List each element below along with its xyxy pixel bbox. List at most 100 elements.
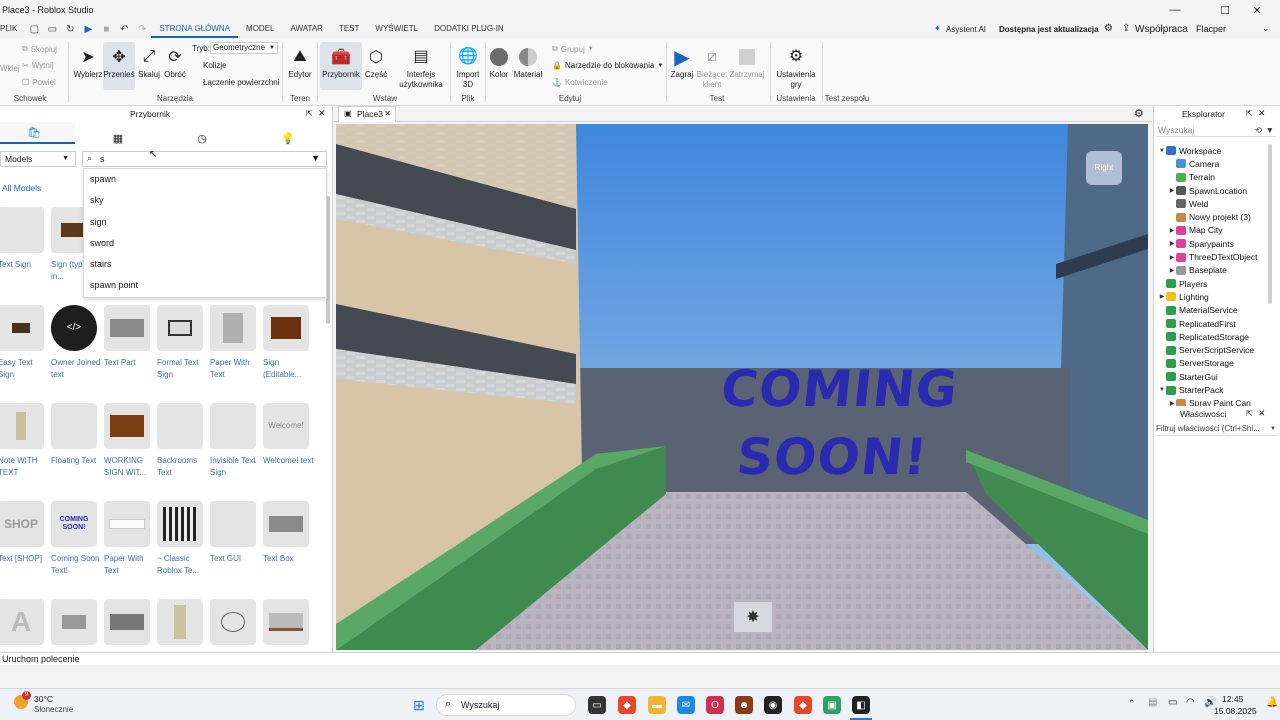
tray-app-icon[interactable]: ▤ [1148, 697, 1157, 708]
tab-avatar[interactable]: AWATAR [282, 20, 330, 38]
new-file-icon[interactable]: ▢ [25, 20, 43, 38]
suggestion-item[interactable]: sky [84, 190, 326, 211]
properties-filter[interactable]: Filtruj właściwości (Ctrl+Shi... ▼ [1156, 422, 1278, 436]
explorer-search[interactable]: Wyszukaj ⟲ ▼ [1156, 123, 1276, 137]
paste-button[interactable]: Wklej [0, 64, 20, 73]
gear-icon[interactable]: ⚙ [1104, 23, 1113, 34]
explorer-item[interactable]: ▶ Baseplate [1154, 264, 1227, 277]
tab-place3[interactable]: ▣ Place3 ✕ [338, 106, 396, 122]
explorer-item[interactable]: ▶ Sparypaints [1154, 237, 1234, 250]
expand-arrow-icon[interactable]: ▶ [1168, 267, 1176, 274]
duplicate-button[interactable]: ❐ Powiel [22, 78, 56, 87]
toolbox-item[interactable]: Text Part [104, 305, 156, 369]
tab-inventory[interactable]: ▦ [78, 126, 158, 150]
toolbox-item[interactable]: WORKING SIGN WIT... [104, 403, 156, 479]
tab-creations[interactable]: 💡 [248, 126, 328, 150]
explorer-item[interactable]: MaterialService [1154, 304, 1238, 317]
material-button[interactable]: Materiał [512, 46, 544, 79]
tab-marketplace[interactable]: 🛍 [0, 122, 75, 144]
expand-arrow-icon[interactable]: ▶ [1168, 254, 1176, 261]
expand-arrow-icon[interactable]: ▶ [1168, 187, 1176, 194]
notification-bell-icon[interactable]: 🔔 [1266, 697, 1278, 708]
open-folder-icon[interactable]: ▭ [43, 20, 61, 38]
clock-time[interactable]: 12:45 [1222, 694, 1243, 704]
color-button[interactable]: Kolor [486, 46, 512, 79]
chevron-down-icon[interactable]: ▼ [1270, 422, 1276, 436]
terrain-editor-button[interactable]: ⛰ Edytor [285, 46, 315, 79]
undo-icon[interactable]: ↶ [115, 20, 133, 38]
collapse-arrow-icon[interactable]: ▼ [1158, 148, 1166, 154]
view-cube[interactable]: Right [1086, 151, 1122, 185]
expand-arrow-icon[interactable]: ▶ [1168, 240, 1176, 247]
tab-view[interactable]: WYŚWIETL [367, 20, 426, 38]
explorer-item[interactable]: ▶ Lighting [1154, 290, 1209, 303]
clock-date[interactable]: 15.08.2025 [1214, 706, 1257, 716]
explorer-item[interactable]: ▶ ThreeDTextObject [1154, 250, 1258, 263]
tab-home[interactable]: STRONA GŁÓWNA [151, 20, 239, 38]
toolbox-item[interactable] [104, 599, 156, 651]
toolbox-item[interactable]: </> Owner Joined text [51, 305, 103, 381]
collisions-toggle[interactable]: Kolizje [194, 61, 227, 70]
toolbox-item[interactable]: Invisible Text Sign [210, 403, 262, 479]
brave-browser-icon[interactable]: ◆ [794, 696, 812, 714]
close-window-button[interactable]: ✕ [1242, 0, 1272, 20]
filter-icon[interactable]: ▼ [311, 153, 320, 163]
chevron-down-icon[interactable]: ⌄ [1262, 23, 1270, 34]
menu-file[interactable]: PLIK [0, 20, 25, 38]
taskbar-search[interactable]: ⌕ Wyszukaj [436, 694, 576, 716]
filter-icon[interactable]: ▼ [1266, 123, 1274, 137]
weather-temp[interactable]: 30°C [34, 694, 53, 704]
suggestion-item[interactable]: spawn point [84, 275, 326, 296]
tab-plugins[interactable]: DODATKI PLUG-IN [426, 20, 512, 38]
ai-assistant-icon[interactable]: ✦ [934, 24, 941, 33]
update-available-link[interactable]: Dostępna jest aktualizacja [999, 25, 1099, 34]
toolbox-item[interactable]: Paper With Text [210, 305, 262, 381]
task-view-icon[interactable]: ▭ [588, 696, 606, 714]
stop-button[interactable]: Zatrzymaj [728, 46, 766, 79]
search-input[interactable]: s [100, 154, 105, 164]
part-button[interactable]: ⬡ Część [363, 46, 389, 79]
redo-arrow-icon[interactable]: ↻ [61, 20, 79, 38]
explorer-scrollbar[interactable] [1268, 144, 1272, 304]
stop-icon[interactable]: ■ [97, 20, 115, 38]
category-select[interactable]: Models ▼ [0, 151, 76, 167]
explorer-item[interactable]: ▶ SpawnLocation [1154, 184, 1247, 197]
toolbox-item[interactable]: Floating Text [51, 403, 103, 467]
game-settings-button[interactable]: ⚙ Ustawienia gry [772, 46, 820, 90]
speaker-icon[interactable]: ▭ [1168, 697, 1177, 708]
roblox-studio-icon[interactable]: ◧ [852, 696, 870, 714]
suggestion-item[interactable]: sword [84, 233, 326, 254]
current-client-button[interactable]: ⧄ Bieżące: klient [696, 46, 728, 90]
toolbox-item[interactable] [210, 599, 262, 651]
windows-start-icon[interactable]: ⊞ [410, 696, 428, 714]
game-app-icon[interactable]: ☻ [735, 696, 753, 714]
tab-recent[interactable]: ◷ [162, 126, 242, 150]
explorer-item[interactable]: Players [1154, 277, 1207, 290]
explorer-item[interactable]: ServerStorage [1154, 357, 1234, 370]
toolbox-item[interactable]: Sign (Editable... [263, 305, 315, 381]
toolbox-item[interactable]: ~ Classic Roblox Te... [157, 501, 209, 577]
explorer-item[interactable]: Camera [1154, 157, 1219, 170]
undock-icon[interactable]: ⇱ [306, 109, 313, 118]
close-icon[interactable]: ✕ [1258, 108, 1266, 119]
toolbox-item[interactable]: Easy Text Sign [0, 305, 50, 381]
rotate-tool-button[interactable]: ⟳ Obróć [162, 46, 188, 79]
undock-icon[interactable]: ⇱ [1246, 409, 1253, 418]
expand-arrow-icon[interactable]: ▶ [1158, 293, 1166, 300]
anchor-button[interactable]: ⚓ Kotwiczenie [552, 78, 608, 87]
toolbox-item[interactable]: Text GUI [210, 501, 262, 565]
app-icon[interactable]: ▣ [823, 696, 841, 714]
explorer-item[interactable]: ReplicatedFirst [1154, 317, 1236, 330]
weather-desc[interactable]: Słonecznie [34, 705, 73, 714]
explorer-item[interactable]: ▼ StarterPack [1154, 383, 1223, 396]
close-icon[interactable]: ✕ [318, 108, 326, 119]
group-objects-button[interactable]: ⧉ Grupuj ▼ [552, 44, 594, 54]
toolbox-item[interactable]: Text Box [263, 501, 315, 565]
toolbox-item[interactable] [51, 599, 103, 651]
mode-select[interactable]: Geometryczne ▼ [210, 42, 278, 54]
brave-browser-icon[interactable]: ◆ [618, 696, 636, 714]
wifi-icon[interactable]: ◠ [1186, 697, 1195, 708]
join-surfaces-toggle[interactable]: Łączenie powierzchni [194, 78, 280, 87]
explorer-item[interactable]: ServerScriptService [1154, 344, 1254, 357]
toolbox-item[interactable]: COMING SOON! Coming Soon Text! [51, 501, 103, 577]
